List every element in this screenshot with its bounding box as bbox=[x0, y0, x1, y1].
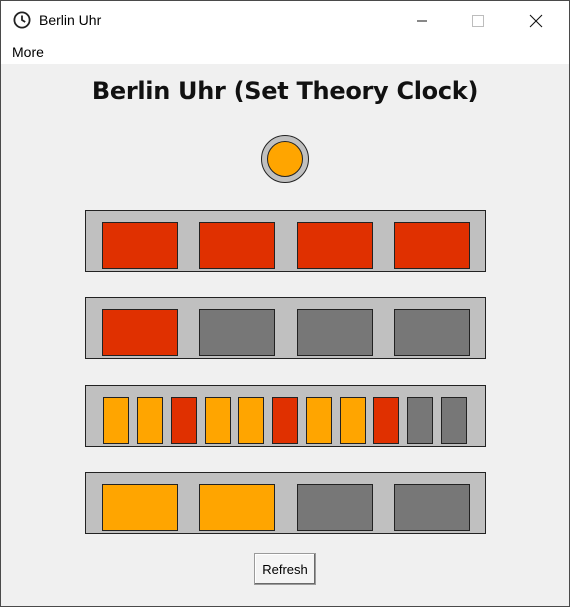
five-minutes-lamp bbox=[103, 397, 129, 444]
five-hours-lamp bbox=[199, 222, 275, 269]
one-hour-lamp bbox=[394, 309, 470, 356]
page-title: Berlin Uhr (Set Theory Clock) bbox=[91, 77, 479, 105]
five-minutes-lamp bbox=[137, 397, 163, 444]
five-minutes-lamp bbox=[441, 397, 467, 444]
five-minutes-lamp bbox=[306, 397, 332, 444]
minimize-icon bbox=[417, 20, 427, 22]
close-icon bbox=[529, 14, 543, 28]
five-hours-row bbox=[85, 210, 486, 272]
five-minutes-lamp bbox=[407, 397, 433, 444]
maximize-icon bbox=[472, 15, 484, 27]
five-hours-lamp bbox=[297, 222, 373, 269]
clock-icon bbox=[13, 11, 31, 29]
menu-bar: More bbox=[1, 41, 569, 64]
seconds-lamp bbox=[261, 135, 309, 183]
maximize-button[interactable] bbox=[455, 1, 501, 41]
five-hours-lamp bbox=[102, 222, 178, 269]
five-minutes-lamp bbox=[238, 397, 264, 444]
five-hours-lamp bbox=[394, 222, 470, 269]
refresh-button[interactable]: Refresh bbox=[254, 553, 316, 585]
seconds-lamp-light bbox=[267, 141, 303, 177]
title-bar[interactable]: Berlin Uhr bbox=[1, 1, 569, 41]
five-minutes-lamp bbox=[373, 397, 399, 444]
five-minutes-lamp bbox=[272, 397, 298, 444]
app-window: Berlin Uhr More Berlin Uhr (Set Theory C… bbox=[0, 0, 570, 607]
one-minute-lamp bbox=[102, 484, 178, 531]
close-button[interactable] bbox=[513, 1, 559, 41]
minimize-button[interactable] bbox=[399, 1, 445, 41]
one-hour-lamp bbox=[199, 309, 275, 356]
one-hour-lamp bbox=[102, 309, 178, 356]
one-minute-lamp bbox=[199, 484, 275, 531]
five-minutes-lamp bbox=[205, 397, 231, 444]
five-minutes-lamp bbox=[171, 397, 197, 444]
five-minutes-lamp bbox=[340, 397, 366, 444]
one-hour-row bbox=[85, 297, 486, 359]
window-title: Berlin Uhr bbox=[39, 12, 102, 28]
one-minute-lamp bbox=[297, 484, 373, 531]
one-hour-lamp bbox=[297, 309, 373, 356]
five-minutes-row bbox=[85, 385, 486, 447]
one-minute-row bbox=[85, 472, 486, 534]
one-minute-lamp bbox=[394, 484, 470, 531]
menu-more[interactable]: More bbox=[12, 44, 44, 60]
